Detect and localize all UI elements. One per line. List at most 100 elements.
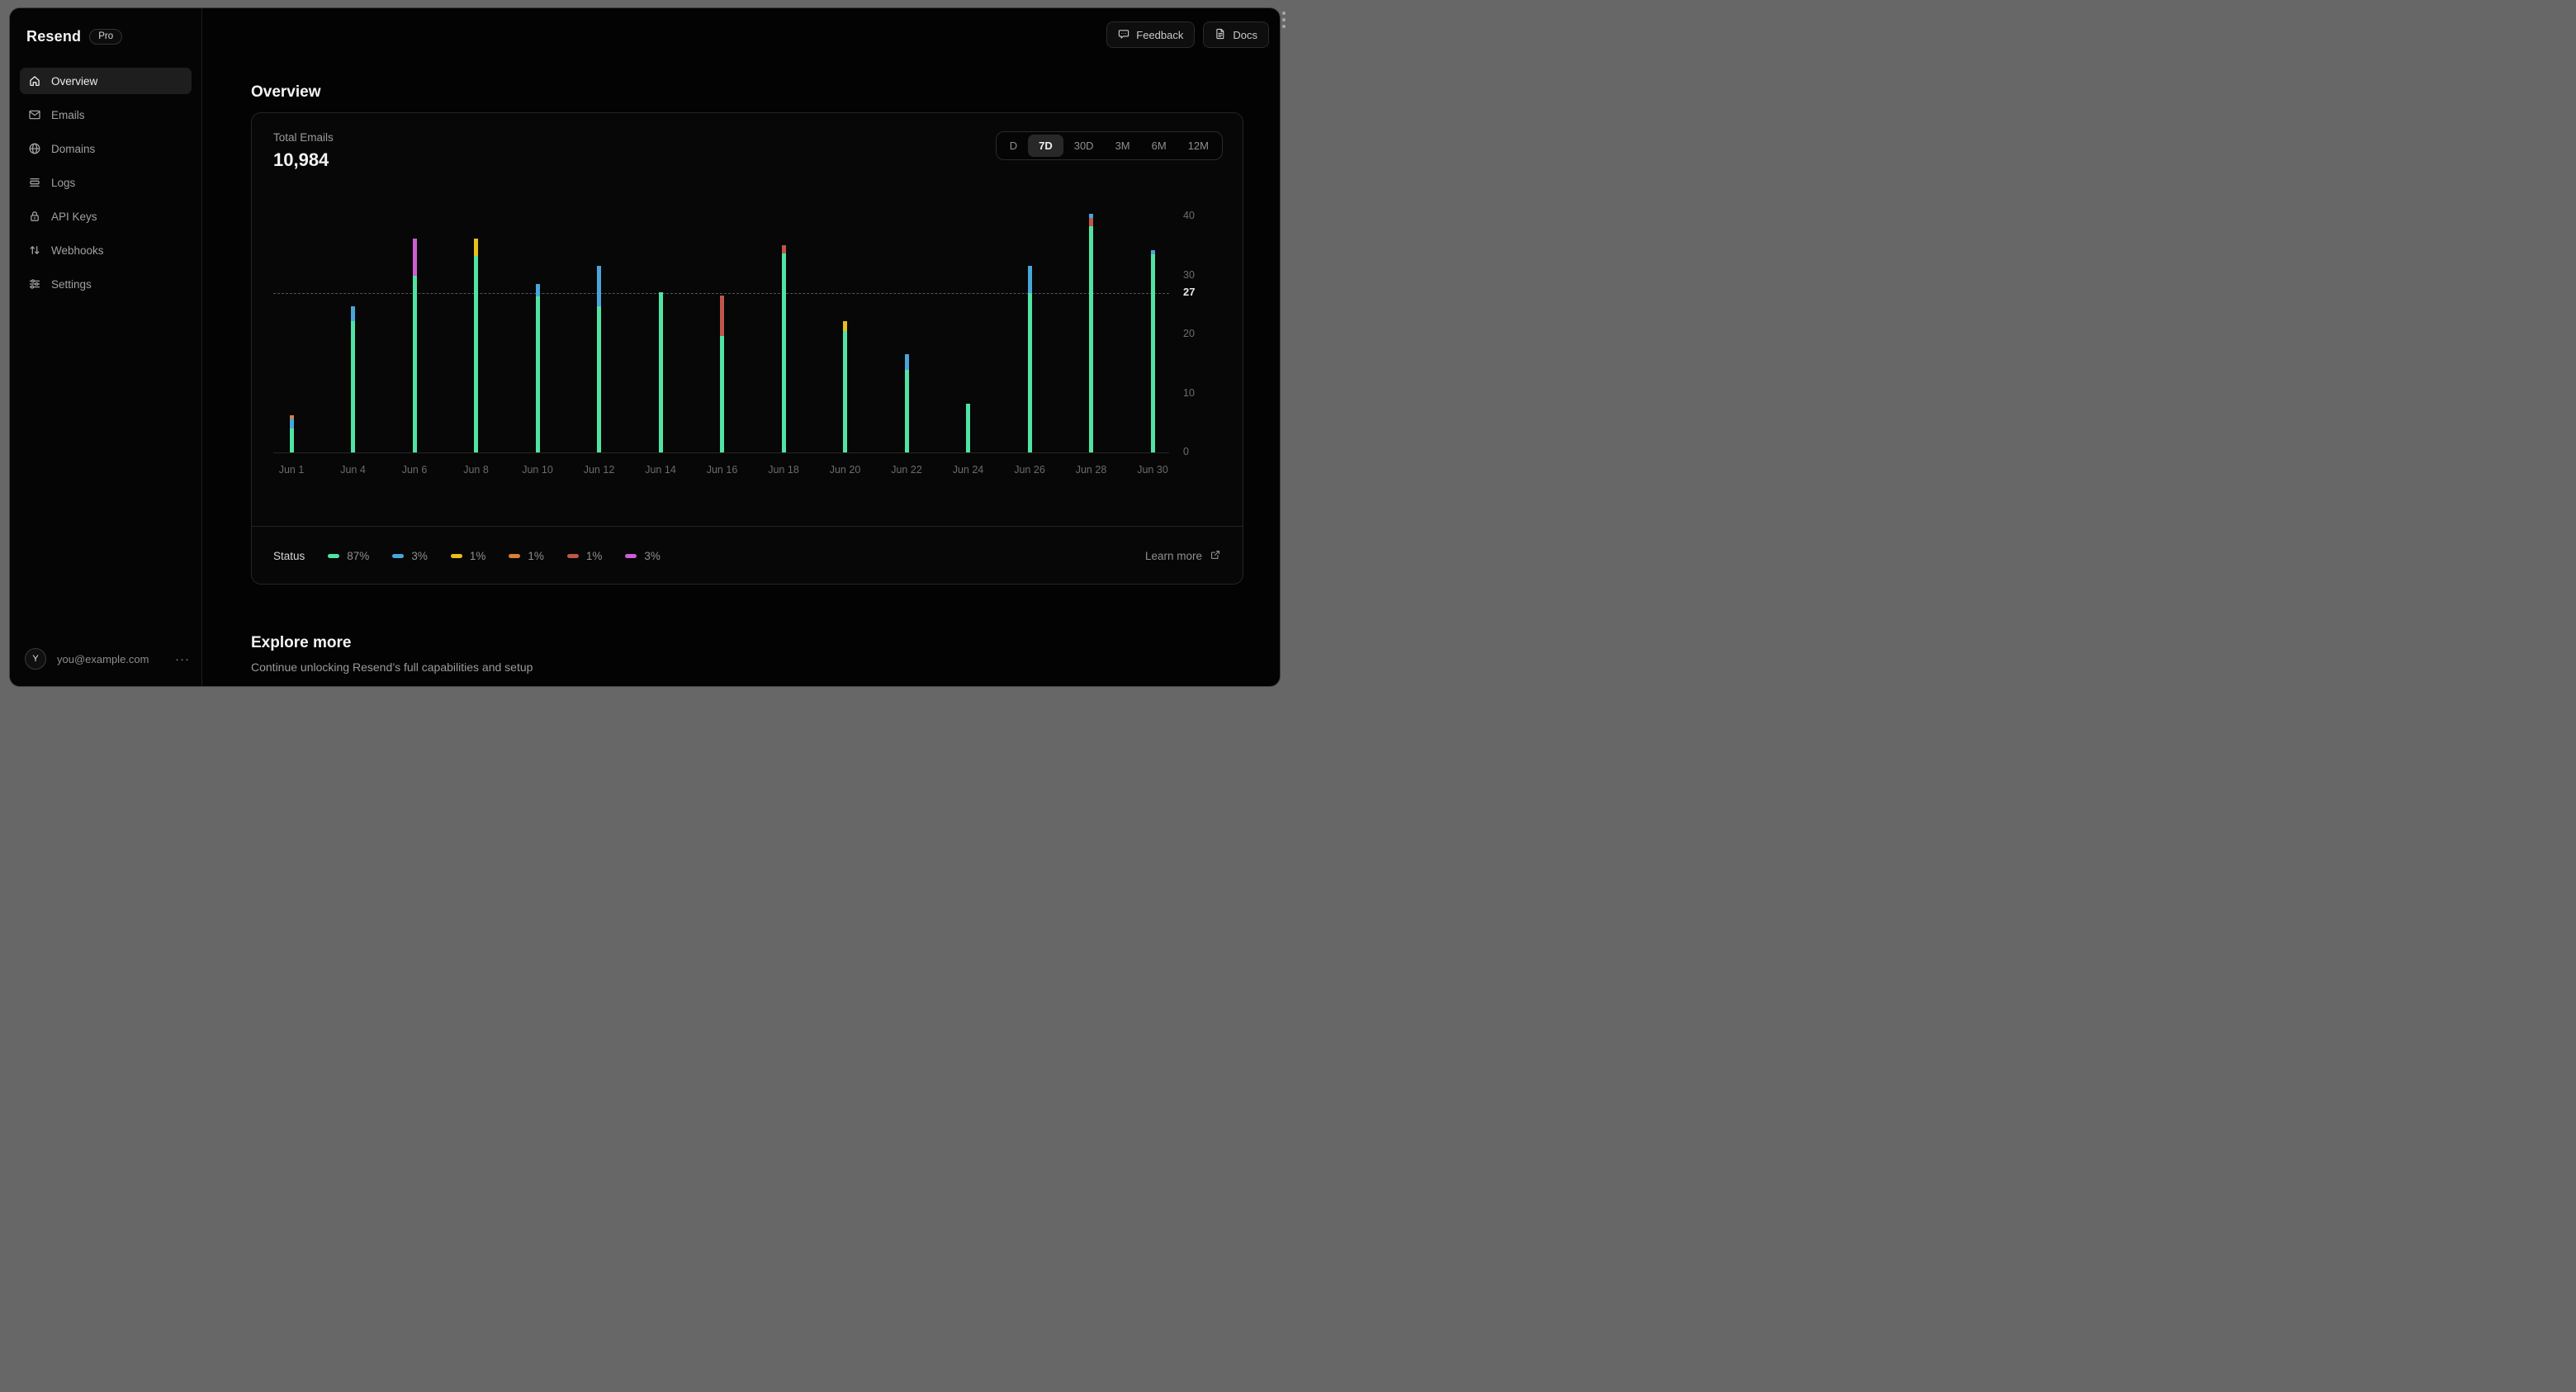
bar-jun-12[interactable] (597, 266, 601, 452)
feedback-button-label: Feedback (1136, 28, 1184, 41)
bar-jun-4[interactable] (351, 305, 355, 452)
range-30d[interactable]: 30D (1063, 135, 1105, 157)
x-axis-label-jun-1: Jun 1 (278, 464, 305, 476)
metric-label: Total Emails (273, 131, 334, 144)
legend-item-yellow: 1% (450, 550, 485, 562)
bar-jun-10[interactable] (535, 284, 540, 452)
bar-jun-22[interactable] (904, 354, 909, 452)
bar-segment-blue (1027, 266, 1032, 294)
card-footer: Status 87% 3% 1% 1% 1% 3% Learn more (252, 526, 1243, 585)
sidebar-item-webhooks[interactable]: Webhooks (20, 237, 192, 263)
sidebar-item-settings[interactable]: Settings (20, 271, 192, 297)
range-3m[interactable]: 3M (1105, 135, 1141, 157)
bar-jun-14[interactable] (658, 291, 663, 452)
feedback-icon (1118, 28, 1129, 42)
sidebar-item-label: Webhooks (51, 244, 104, 257)
bar-jun-6[interactable] (412, 239, 417, 452)
arrows-up-down-icon (28, 244, 41, 257)
bar-segment-green (966, 404, 970, 452)
total-emails-card: Total Emails 10,984 D 7D 30D 3M 6M 12M 0 10 20 3… (251, 112, 1243, 585)
y-axis-tick-40: 40 (1183, 210, 1195, 222)
bar-segment-green (658, 291, 663, 452)
learn-more-link[interactable]: Learn more (1145, 549, 1221, 563)
x-axis-label-jun-6: Jun 6 (401, 464, 428, 476)
chart-x-axis-line (273, 452, 1169, 453)
bar-segment-yellow (843, 321, 847, 331)
reference-dashed-line (273, 293, 1169, 295)
desktop: { "brand": {"name": "Resend", "badge": "… (0, 0, 1288, 696)
bar-jun-30[interactable] (1150, 250, 1155, 452)
sidebar-nav: Overview Emails Domains Logs API Keys Webhook… (20, 68, 192, 305)
external-link-icon (1210, 549, 1221, 563)
sidebar-item-domains[interactable]: Domains (20, 135, 192, 162)
mail-icon (28, 108, 41, 121)
sidebar: Resend Pro Overview Emails Domains Logs API … (10, 8, 202, 686)
sidebar-item-label: API Keys (51, 210, 97, 223)
legend-swatch-magenta (625, 553, 637, 558)
y-axis-tick-10: 10 (1183, 386, 1195, 399)
lock-icon (28, 210, 41, 223)
x-axis-label-jun-28: Jun 28 (1075, 464, 1107, 476)
sidebar-item-label: Logs (51, 176, 76, 189)
legend-item-magenta: 3% (625, 550, 661, 562)
range-12m[interactable]: 12M (1177, 135, 1219, 157)
legend-swatch-yellow (450, 553, 462, 558)
legend-swatch-orange (509, 553, 521, 558)
bar-jun-8[interactable] (474, 238, 478, 452)
x-axis-label-jun-26: Jun 26 (1014, 464, 1045, 476)
x-axis-label-jun-20: Jun 20 (829, 464, 861, 476)
y-axis-tick-20: 20 (1183, 328, 1195, 340)
status-legend: 87% 3% 1% 1% 1% 3% (328, 550, 1145, 562)
legend-item-red: 1% (566, 549, 603, 562)
sidebar-item-api-keys[interactable]: API Keys (20, 203, 192, 230)
legend-percent: 3% (411, 549, 428, 562)
top-buttons: Feedback Docs (1106, 21, 1269, 48)
bar-jun-24[interactable] (966, 404, 970, 452)
sidebar-item-emails[interactable]: Emails (20, 102, 192, 128)
window-scroll-handle[interactable] (1282, 12, 1286, 28)
chart-plot: 0 10 20 30 40 27 Jun 1 Jun 4 Jun 6 Jun 8 Jun 10 Jun… (273, 205, 1195, 476)
avatar: Y (25, 648, 46, 670)
bar-jun-1[interactable] (289, 415, 294, 452)
bar-segment-green (535, 296, 540, 452)
range-d[interactable]: D (999, 135, 1028, 157)
legend-percent: 1% (585, 549, 603, 562)
feedback-button[interactable]: Feedback (1106, 21, 1196, 48)
main-area: Feedback Docs Overview Total Emails 10,9… (202, 8, 1280, 686)
bar-jun-28[interactable] (1089, 214, 1093, 452)
range-6m[interactable]: 6M (1141, 135, 1177, 157)
sidebar-item-overview[interactable]: Overview (20, 68, 192, 94)
x-axis-label-jun-8: Jun 8 (463, 464, 489, 476)
sidebar-item-label: Domains (51, 142, 96, 155)
legend-swatch-red (566, 553, 579, 558)
legend-item-green: 87% (328, 550, 369, 562)
home-icon (28, 74, 41, 88)
bar-jun-26[interactable] (1027, 266, 1032, 452)
x-axis-label-jun-14: Jun 14 (645, 464, 676, 476)
range-7d[interactable]: 7D (1028, 135, 1063, 157)
legend-swatch-blue (392, 553, 405, 558)
docs-button[interactable]: Docs (1203, 21, 1269, 48)
sidebar-item-label: Emails (51, 108, 85, 121)
bar-segment-blue (535, 284, 540, 296)
legend-percent: 3% (644, 549, 661, 562)
emails-chart: 0 10 20 30 40 27 Jun 1 Jun 4 Jun 6 Jun 8 Jun 10 Jun… (273, 205, 1223, 477)
explore-more-subtitle: Continue unlocking Resend’s full capabil… (251, 660, 533, 674)
x-axis-label-jun-12: Jun 12 (583, 464, 615, 476)
bar-segment-green (597, 305, 601, 452)
bar-segment-red (720, 296, 724, 336)
sidebar-item-logs[interactable]: Logs (20, 169, 192, 196)
plan-badge: Pro (89, 29, 123, 45)
legend-item-orange: 1% (509, 550, 544, 562)
docs-icon (1215, 28, 1226, 42)
bar-segment-yellow (474, 238, 478, 257)
bar-jun-18[interactable] (781, 244, 786, 452)
bar-jun-20[interactable] (843, 321, 847, 452)
logs-icon (28, 176, 41, 189)
account-row: Y you@example.com ··· (25, 648, 193, 670)
bar-segment-blue (351, 305, 355, 321)
account-menu-ellipsis-icon[interactable]: ··· (172, 652, 193, 666)
range-selector: D 7D 30D 3M 6M 12M (995, 131, 1223, 160)
bar-segment-green (843, 330, 847, 452)
bar-jun-16[interactable] (720, 296, 724, 452)
